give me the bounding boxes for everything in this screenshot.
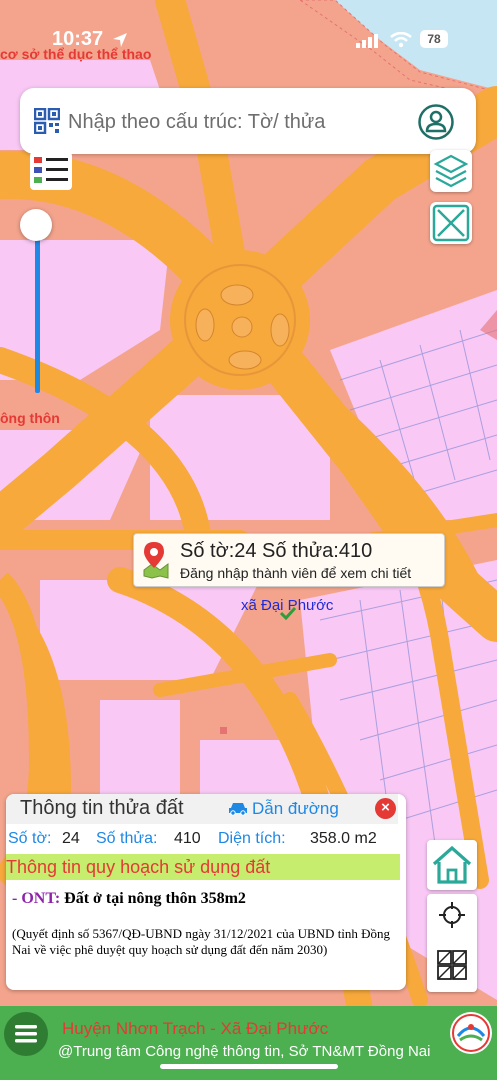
area-label: Diện tích: <box>218 830 286 847</box>
map-label-rural: ông thôn <box>0 410 60 426</box>
land-use-entry: - ONT: Đất ở tại nông thôn 358m2 <box>12 890 246 908</box>
home-button[interactable] <box>427 840 477 890</box>
crosshair-icon[interactable] <box>439 902 465 928</box>
parcel-info-panel: Thông tin thửa đất Dẫn đường × Số tờ: 24… <box>6 794 406 990</box>
qr-code-icon[interactable] <box>34 108 60 134</box>
map-tools-group <box>427 894 477 992</box>
signal-icon <box>356 34 378 48</box>
sheet-label: Số tờ: <box>8 830 52 847</box>
opacity-slider-handle[interactable] <box>20 209 52 241</box>
legend-icon <box>34 157 68 183</box>
plan-header: Thông tin quy hoạch sử dụng đất <box>6 857 271 877</box>
opacity-slider-track[interactable] <box>35 225 40 393</box>
parcels-icon[interactable] <box>437 950 467 980</box>
panel-title: Thông tin thửa đất <box>20 797 184 819</box>
directions-button[interactable]: Dẫn đường <box>228 799 339 819</box>
account-icon[interactable] <box>418 104 454 140</box>
checkmark-icon <box>280 606 296 620</box>
parcel-tooltip[interactable]: Số tờ:24 Số thửa:410 Đăng nhập thành viê… <box>133 533 445 587</box>
layers-icon <box>433 154 469 188</box>
search-bar <box>20 88 476 154</box>
legend-button[interactable] <box>30 152 72 190</box>
location-pin-icon <box>143 542 169 579</box>
tooltip-title: Số tờ:24 Số thửa:410 <box>180 540 373 562</box>
close-icon[interactable]: × <box>375 798 396 819</box>
search-input[interactable] <box>66 100 400 144</box>
area-value: 358.0 m2 <box>310 830 377 847</box>
decision-note: (Quyết định số 5367/QĐ-UBND ngày 31/12/2… <box>12 926 391 957</box>
battery-indicator: 78 <box>420 30 448 48</box>
credit-text: @Trung tâm Công nghệ thông tin, Sở TN&MT… <box>58 1043 431 1060</box>
layers-button[interactable] <box>430 150 472 192</box>
status-time: 10:37 <box>52 28 104 50</box>
measure-icon <box>432 204 470 242</box>
car-icon <box>229 803 247 816</box>
land-code: - ONT: <box>12 890 61 907</box>
location-arrow-icon <box>113 33 127 47</box>
wifi-icon <box>390 32 412 48</box>
status-bar: 10:37 78 <box>0 24 497 56</box>
app-logo <box>450 1012 492 1054</box>
parcel-row: Số tờ: 24 Số thửa: 410 Diện tích: 358.0 … <box>6 828 398 852</box>
home-icon <box>432 845 472 884</box>
panel-header: Thông tin thửa đất Dẫn đường × <box>6 794 398 824</box>
directions-label: Dẫn đường <box>252 799 339 818</box>
plan-header-bar: Thông tin quy hoạch sử dụng đất <box>6 854 400 880</box>
parcel-label: Số thửa: <box>96 830 158 847</box>
parcel-value: 410 <box>174 830 201 847</box>
location-text: Huyện Nhơn Trạch - Xã Đại Phước <box>62 1019 329 1038</box>
tooltip-subtitle: Đăng nhập thành viên để xem chi tiết <box>180 565 412 581</box>
sheet-value: 24 <box>62 830 80 847</box>
land-description: Đất ở tại nông thôn 358m2 <box>64 890 246 907</box>
measure-button[interactable] <box>430 202 472 244</box>
menu-icon <box>15 1025 37 1043</box>
home-indicator <box>160 1064 338 1069</box>
menu-button[interactable] <box>4 1012 48 1056</box>
